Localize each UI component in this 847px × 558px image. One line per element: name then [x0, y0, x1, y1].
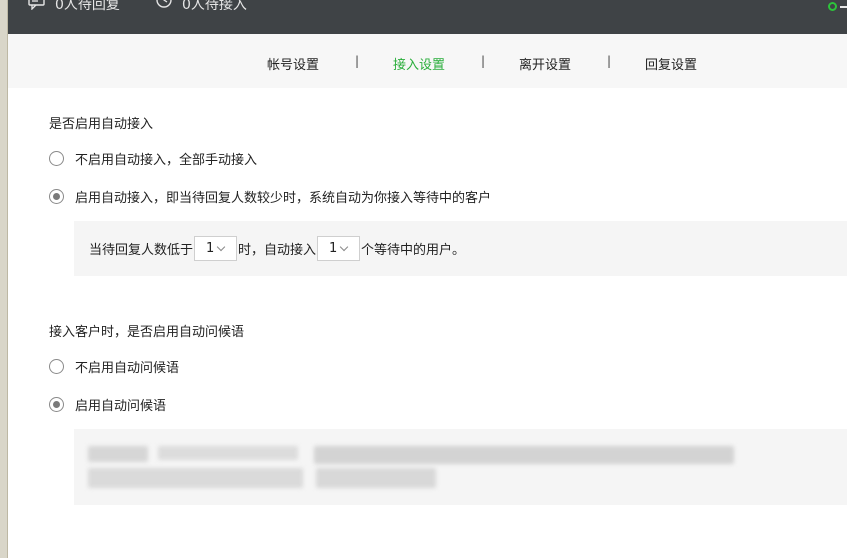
chat-icon: [28, 0, 46, 14]
threshold-select[interactable]: 1: [194, 236, 238, 261]
redacted-text: [314, 446, 734, 464]
redacted-text: [88, 446, 148, 462]
pending-reply-label: 0人待回复: [55, 0, 120, 13]
greeting-on-label: 启用自动问候语: [75, 399, 167, 414]
tab-account-settings[interactable]: 帐号设置: [267, 54, 319, 73]
accept-count-select[interactable]: 1: [317, 236, 361, 261]
auto-accept-title: 是否启用自动接入: [49, 117, 154, 132]
greeting-off-label: 不启用自动问候语: [75, 361, 180, 376]
redacted-text: [316, 468, 436, 488]
redacted-text: [88, 468, 303, 488]
radio-button-checked[interactable]: [49, 189, 64, 204]
rule-suffix: 个等待中的用户。: [361, 243, 466, 258]
redacted-text: [158, 446, 298, 460]
tab-separator: |: [607, 54, 612, 68]
tab-away-settings[interactable]: 离开设置: [519, 54, 571, 73]
auto-accept-on-option[interactable]: 启用自动接入，即当待回复人数较少时，系统自动为你接入等待中的客户: [49, 187, 491, 206]
auto-accept-rule: 当待回复人数低于 1 时，自动接入 1 个等待中的用户。: [74, 221, 847, 276]
top-status-bar: 0人待回复 0人待接入: [8, 0, 847, 34]
auto-accept-off-label: 不启用自动接入，全部手动接入: [75, 153, 258, 168]
online-status[interactable]: [828, 0, 847, 12]
chevron-down-icon: [217, 242, 226, 251]
accept-count-value: 1: [329, 241, 338, 256]
clock-icon: [156, 0, 173, 14]
tab-reply-settings[interactable]: 回复设置: [645, 54, 697, 73]
auto-accept-on-label: 启用自动接入，即当待回复人数较少时，系统自动为你接入等待中的客户: [75, 191, 492, 206]
settings-tabs: 帐号设置 | 接入设置 | 离开设置 | 回复设置: [8, 34, 847, 88]
pending-reply-indicator[interactable]: 0人待回复: [28, 0, 120, 14]
threshold-value: 1: [206, 241, 215, 256]
auto-accept-off-option[interactable]: 不启用自动接入，全部手动接入: [49, 149, 257, 168]
settings-content: 是否启用自动接入 不启用自动接入，全部手动接入 启用自动接入，即当待回复人数较少…: [8, 88, 847, 558]
greeting-on-option[interactable]: 启用自动问候语: [49, 395, 166, 414]
status-dash: [840, 5, 847, 8]
greeting-message-area[interactable]: [74, 429, 847, 505]
tab-separator: |: [481, 54, 486, 68]
greeting-off-option[interactable]: 不启用自动问候语: [49, 357, 179, 376]
pending-accept-indicator[interactable]: 0人待接入: [156, 0, 247, 14]
window-left-edge: [0, 0, 8, 558]
chevron-down-icon: [340, 242, 349, 251]
pending-accept-label: 0人待接入: [182, 0, 247, 13]
tab-access-settings[interactable]: 接入设置: [393, 54, 445, 73]
greeting-title: 接入客户时，是否启用自动问候语: [49, 325, 245, 340]
radio-button[interactable]: [49, 151, 64, 166]
online-status-icon: [828, 2, 837, 11]
radio-button[interactable]: [49, 359, 64, 374]
rule-prefix: 当待回复人数低于: [89, 243, 194, 258]
radio-button-checked[interactable]: [49, 397, 64, 412]
tab-separator: |: [355, 54, 360, 68]
rule-middle: 时，自动接入: [238, 243, 317, 258]
